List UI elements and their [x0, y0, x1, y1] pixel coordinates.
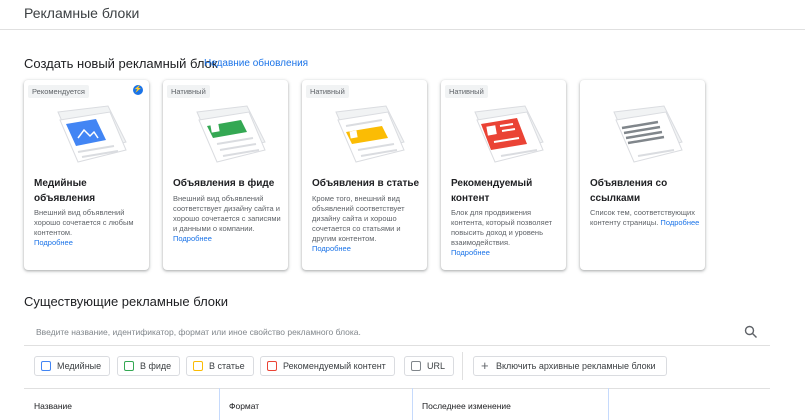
display-ad-illustration — [57, 105, 127, 163]
learn-more-link[interactable]: Подробнее — [312, 244, 351, 253]
in-article-type-icon — [193, 361, 203, 371]
chip-label: В статье — [209, 361, 245, 371]
recent-updates-link[interactable]: Недавние обновления — [204, 58, 308, 69]
filter-divider — [462, 352, 463, 380]
table-header: Название Формат Последнее изменение — [24, 388, 770, 420]
card-display-ads[interactable]: Рекомендуется ⚡ Медийные объявления Внеш… — [24, 80, 149, 270]
card-title: Объявления в статье — [312, 178, 420, 189]
card-badge: Рекомендуется — [28, 85, 89, 98]
column-divider[interactable] — [219, 388, 220, 420]
learn-more-link[interactable]: Подробнее — [173, 234, 212, 243]
card-in-article-ads[interactable]: Нативный Объявления в статье Кроме того,… — [302, 80, 427, 270]
search-input[interactable] — [36, 324, 726, 340]
filter-chip-in-feed[interactable]: В фиде — [117, 356, 181, 376]
chip-label: URL — [427, 361, 446, 371]
card-badge: Нативный — [306, 85, 349, 98]
display-type-icon — [41, 361, 51, 371]
chip-label: В фиде — [140, 361, 172, 371]
matched-content-type-icon — [267, 361, 277, 371]
column-divider[interactable] — [412, 388, 413, 420]
filter-chip-in-article[interactable]: В статье — [186, 356, 254, 376]
matched-content-illustration — [474, 105, 544, 163]
column-divider[interactable] — [608, 388, 609, 420]
card-badge: Нативный — [445, 85, 488, 98]
learn-more-link[interactable]: Подробнее — [34, 238, 73, 247]
card-title: Медийные объявления — [34, 178, 96, 204]
search-icon[interactable] — [744, 325, 758, 339]
card-description: Список тем, соответствующих контенту стр… — [590, 208, 700, 227]
filter-chip-matched-content[interactable]: Рекомендуемый контент — [260, 356, 395, 376]
bolt-icon: ⚡ — [133, 85, 143, 95]
card-title: Объявления в фиде — [173, 178, 275, 189]
plus-icon: + — [481, 358, 489, 373]
learn-more-link[interactable]: Подробнее — [451, 248, 490, 257]
create-section-title: Создать новый рекламный блок — [24, 56, 218, 71]
search-bar — [24, 318, 770, 346]
card-description: Кроме того, внешний вид объявлений соотв… — [312, 194, 405, 253]
card-in-feed-ads[interactable]: Нативный Объявления в фиде Внешний вид о… — [163, 80, 288, 270]
card-title: Объявления со ссылками — [590, 178, 668, 204]
column-header-name[interactable]: Название — [34, 401, 72, 411]
card-matched-content[interactable]: Нативный Рекомендуемый контент Блок для … — [441, 80, 566, 270]
card-link-ads[interactable]: Объявления со ссылками Список тем, соотв… — [580, 80, 705, 270]
filter-chip-url[interactable]: URL — [404, 356, 455, 376]
in-feed-ad-illustration — [196, 105, 266, 163]
card-description: Блок для продвижения контента, который п… — [451, 208, 553, 257]
chip-label: Медийные — [57, 361, 102, 371]
learn-more-link[interactable]: Подробнее — [660, 218, 699, 227]
include-archived-button[interactable]: + Включить архивные рекламные блоки — [473, 356, 667, 376]
page-title: Рекламные блоки — [24, 5, 140, 21]
card-description: Внешний вид объявлений хорошо сочетается… — [34, 208, 134, 247]
chip-label: Рекомендуемый контент — [283, 361, 386, 371]
card-badge: Нативный — [167, 85, 210, 98]
existing-section-title: Существующие рекламные блоки — [24, 294, 228, 309]
filter-chip-display[interactable]: Медийные — [34, 356, 111, 376]
card-title: Рекомендуемый контент — [451, 178, 533, 204]
link-ad-illustration — [613, 105, 683, 163]
in-article-ad-illustration — [335, 105, 405, 163]
column-header-last-modified[interactable]: Последнее изменение — [422, 401, 511, 411]
card-description: Внешний вид объявлений соответствует диз… — [173, 194, 281, 243]
archive-button-label: Включить архивные рекламные блоки — [496, 361, 656, 371]
in-feed-type-icon — [124, 361, 134, 371]
top-bar: Рекламные блоки — [0, 0, 805, 30]
url-type-icon — [411, 361, 421, 371]
column-header-format[interactable]: Формат — [229, 401, 259, 411]
